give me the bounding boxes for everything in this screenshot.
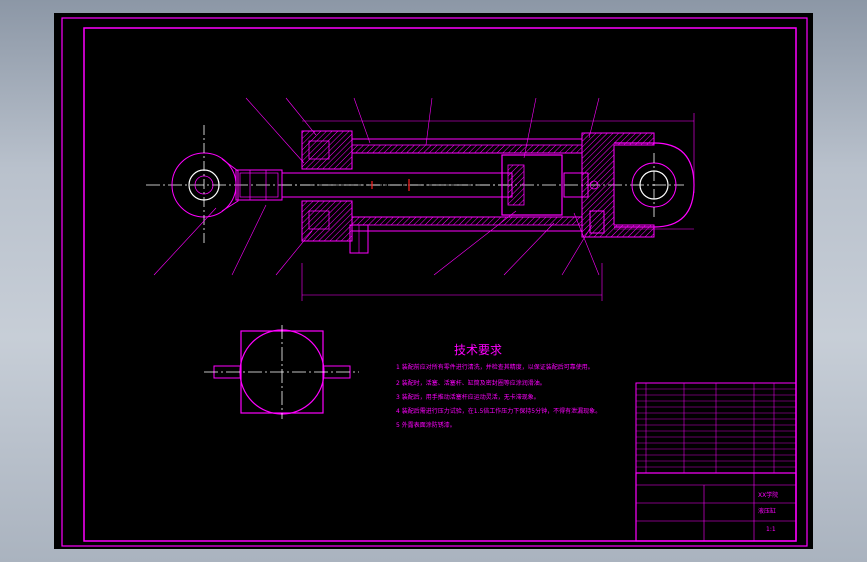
barrel-bottom-wall (351, 216, 583, 226)
cad-drawing: 技术要求 1 装配前应对所有零件进行清洗，并检查其精度，以保证装配后可靠使用。 … (61, 17, 808, 547)
tech-requirements: 技术要求 1 装配前应对所有零件进行清洗，并检查其精度，以保证装配后可靠使用。 … (396, 343, 601, 429)
end-side-view (204, 325, 359, 419)
tech-requirements-title: 技术要求 (454, 343, 502, 357)
cad-viewport[interactable]: 技术要求 1 装配前应对所有零件进行清洗，并检查其精度，以保证装配后可靠使用。 … (54, 13, 813, 549)
leader-lines (153, 97, 600, 276)
front-gland (301, 130, 353, 170)
title-block-drawing-name: 液压缸 (758, 507, 776, 515)
tech-requirement-2: 2 装配时，活塞、活塞杆、缸筒及密封圈等应涂润滑油。 (396, 379, 546, 387)
tech-requirement-4: 4 装配后需进行压力试验，在1.5倍工作压力下保持5分钟，不得有泄漏现象。 (396, 407, 601, 415)
title-block: 液压缸 XX学院 1:1 (635, 472, 797, 542)
cylinder-assembly-view (146, 97, 695, 301)
title-block-school: XX学院 (758, 491, 778, 499)
parts-list-table (635, 382, 797, 474)
tech-requirement-3: 3 装配后，用手推动活塞杆应运动灵活，无卡滞现象。 (396, 393, 540, 401)
tech-requirement-5: 5 外露表面涂防锈漆。 (396, 421, 456, 429)
barrel-top-wall (351, 144, 583, 154)
tech-requirement-1: 1 装配前应对所有零件进行清洗，并检查其精度，以保证装配后可靠使用。 (396, 363, 594, 371)
sheet-inner-border (83, 27, 797, 542)
title-block-scale: 1:1 (766, 526, 776, 533)
